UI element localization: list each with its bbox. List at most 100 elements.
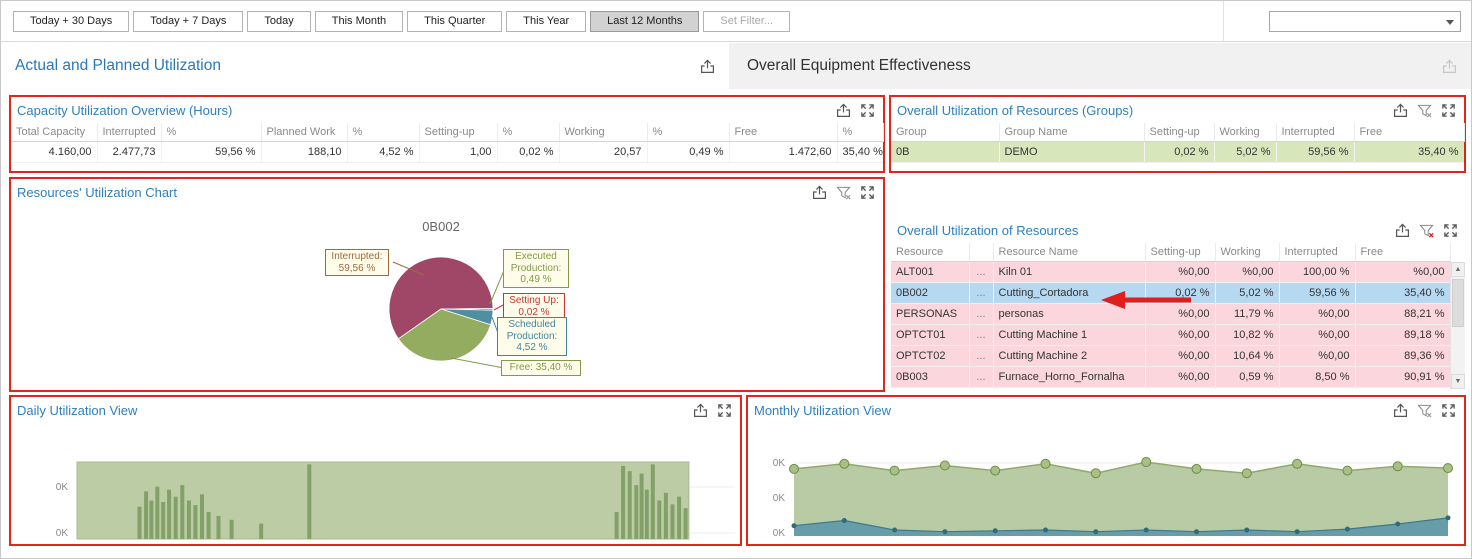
column-header-blank[interactable]: % (837, 123, 883, 142)
monthly-capacity-marker[interactable] (1293, 459, 1302, 468)
toolbar-button-today[interactable]: Today (247, 11, 310, 32)
monthly-capacity-marker[interactable] (1041, 459, 1050, 468)
table-row-0b[interactable]: 0BDEMO0,02 %5,02 %59,56 %35,40 % (891, 142, 1464, 163)
monthly-working-marker[interactable] (1244, 528, 1249, 533)
expand-icon[interactable] (1441, 103, 1456, 118)
column-header-working[interactable]: Working (1215, 243, 1279, 262)
column-header-free[interactable]: Free (729, 123, 837, 142)
cell[interactable]: ... (969, 262, 993, 283)
expand-icon[interactable] (717, 403, 732, 418)
toolbar-button-last-12-months[interactable]: Last 12 Months (590, 11, 699, 32)
expand-icon[interactable] (860, 185, 875, 200)
vertical-scrollbar[interactable]: ▲ ▼ (1450, 262, 1465, 389)
monthly-capacity-marker[interactable] (1343, 466, 1352, 475)
export-icon[interactable] (693, 403, 708, 418)
tab-actual-and-planned-utilization[interactable]: Actual and Planned Utilization (1, 43, 729, 89)
toolbar-button-set-filter[interactable]: Set Filter... (703, 11, 790, 32)
dashboard-dropdown[interactable] (1269, 11, 1461, 32)
table-row-optct01[interactable]: OPTCT01...Cutting Machine 1%0,0010,82 %%… (891, 325, 1450, 346)
toolbar-button-this-month[interactable]: This Month (315, 11, 403, 32)
monthly-capacity-marker[interactable] (890, 466, 899, 475)
table-row-alt001[interactable]: ALT001...Kiln 01%0,00%0,00100,00 %%0,00 (891, 262, 1450, 283)
monthly-capacity-marker[interactable] (991, 466, 1000, 475)
monthly-capacity-marker[interactable] (1242, 469, 1251, 478)
column-header-working[interactable]: Working (559, 123, 647, 142)
monthly-capacity-marker[interactable] (1142, 458, 1151, 467)
scroll-up-icon[interactable]: ▲ (1451, 262, 1465, 277)
filter-icon[interactable] (1417, 403, 1432, 418)
column-header-interrupted[interactable]: Interrupted (1276, 123, 1354, 142)
expand-icon[interactable] (860, 103, 875, 118)
column-header-free[interactable]: Free (1355, 243, 1450, 262)
monthly-capacity-marker[interactable] (790, 464, 799, 473)
cell[interactable]: ... (969, 346, 993, 367)
monthly-capacity-marker[interactable] (1192, 464, 1201, 473)
filter-icon[interactable] (1417, 103, 1432, 118)
monthly-working-marker[interactable] (942, 529, 947, 534)
table-row-0b003[interactable]: 0B003...Furnace_Horno_Fornalha%0,000,59 … (891, 367, 1450, 388)
monthly-working-marker[interactable] (1043, 528, 1048, 533)
filter-icon[interactable] (836, 185, 851, 200)
column-header-resource-name[interactable]: Resource Name (993, 243, 1145, 262)
cell[interactable]: ... (969, 304, 993, 325)
monthly-working-marker[interactable] (1395, 522, 1400, 527)
toolbar-button-today-30-days[interactable]: Today + 30 Days (13, 11, 129, 32)
monthly-working-marker[interactable] (1295, 529, 1300, 534)
column-header-group-name[interactable]: Group Name (999, 123, 1144, 142)
column-header-interrupted[interactable]: Interrupted (1279, 243, 1355, 262)
cell[interactable]: ... (969, 325, 993, 346)
scrollbar-thumb[interactable] (1452, 279, 1464, 327)
column-header-setting-up[interactable]: Setting-up (1145, 243, 1215, 262)
monthly-working-marker[interactable] (1446, 515, 1451, 520)
monthly-working-marker[interactable] (892, 528, 897, 533)
monthly-capacity-marker[interactable] (940, 461, 949, 470)
column-header-working[interactable]: Working (1214, 123, 1276, 142)
toolbar-button-this-year[interactable]: This Year (506, 11, 586, 32)
column-header-planned-work[interactable]: Planned Work (261, 123, 347, 142)
column-header-setting-up[interactable]: Setting-up (1144, 123, 1214, 142)
scroll-down-icon[interactable]: ▼ (1451, 374, 1465, 389)
monthly-working-marker[interactable] (842, 518, 847, 523)
export-icon[interactable] (1395, 223, 1410, 238)
column-header-total-capacity[interactable]: Total Capacity (11, 123, 97, 142)
export-icon[interactable] (836, 103, 851, 118)
cell[interactable]: ... (969, 283, 993, 304)
cell[interactable]: ... (969, 367, 993, 388)
column-header-interrupted[interactable]: Interrupted (97, 123, 161, 142)
clear-filter-icon[interactable] (1419, 223, 1434, 238)
export-icon[interactable] (1393, 103, 1408, 118)
toolbar-button-today-7-days[interactable]: Today + 7 Days (133, 11, 243, 32)
column-header-blank[interactable]: % (347, 123, 419, 142)
monthly-capacity-marker[interactable] (1393, 462, 1402, 471)
export-icon[interactable] (700, 59, 715, 74)
monthly-capacity-marker[interactable] (1091, 469, 1100, 478)
toolbar-button-this-quarter[interactable]: This Quarter (407, 11, 502, 32)
tab-overall-equipment-effectiveness[interactable]: Overall Equipment Effectiveness (729, 43, 1471, 89)
column-header-free[interactable]: Free (1354, 123, 1464, 142)
monthly-working-marker[interactable] (1144, 528, 1149, 533)
scrollbar-track[interactable] (1451, 277, 1465, 374)
expand-icon[interactable] (1441, 403, 1456, 418)
monthly-capacity-marker[interactable] (840, 459, 849, 468)
table-row-optct02[interactable]: OPTCT02...Cutting Machine 2%0,0010,64 %%… (891, 346, 1450, 367)
column-header-blank[interactable]: % (161, 123, 261, 142)
export-icon[interactable] (812, 185, 827, 200)
monthly-working-marker[interactable] (1345, 527, 1350, 532)
expand-icon[interactable] (1443, 223, 1458, 238)
table-row-personas[interactable]: PERSONAS...personas%0,0011,79 %%0,0088,2… (891, 304, 1450, 325)
column-header-group[interactable]: Group (891, 123, 999, 142)
monthly-working-marker[interactable] (792, 523, 797, 528)
monthly-working-marker[interactable] (1093, 529, 1098, 534)
table-row-4-160-00[interactable]: 4.160,002.477,7359,56 %188,104,52 %1,000… (11, 142, 883, 163)
monthly-working-marker[interactable] (993, 528, 998, 533)
monthly-working-marker[interactable] (1194, 529, 1199, 534)
table-row-0b002[interactable]: 0B002...Cutting_Cortadora0,02 %5,02 %59,… (891, 283, 1450, 304)
column-header-setting-up[interactable]: Setting-up (419, 123, 497, 142)
export-icon[interactable] (1393, 403, 1408, 418)
monthly-capacity-marker[interactable] (1444, 464, 1453, 473)
column-header-blank[interactable] (969, 243, 993, 262)
export-icon[interactable] (1442, 59, 1457, 74)
column-header-resource[interactable]: Resource (891, 243, 969, 262)
column-header-blank[interactable]: % (647, 123, 729, 142)
column-header-blank[interactable]: % (497, 123, 559, 142)
